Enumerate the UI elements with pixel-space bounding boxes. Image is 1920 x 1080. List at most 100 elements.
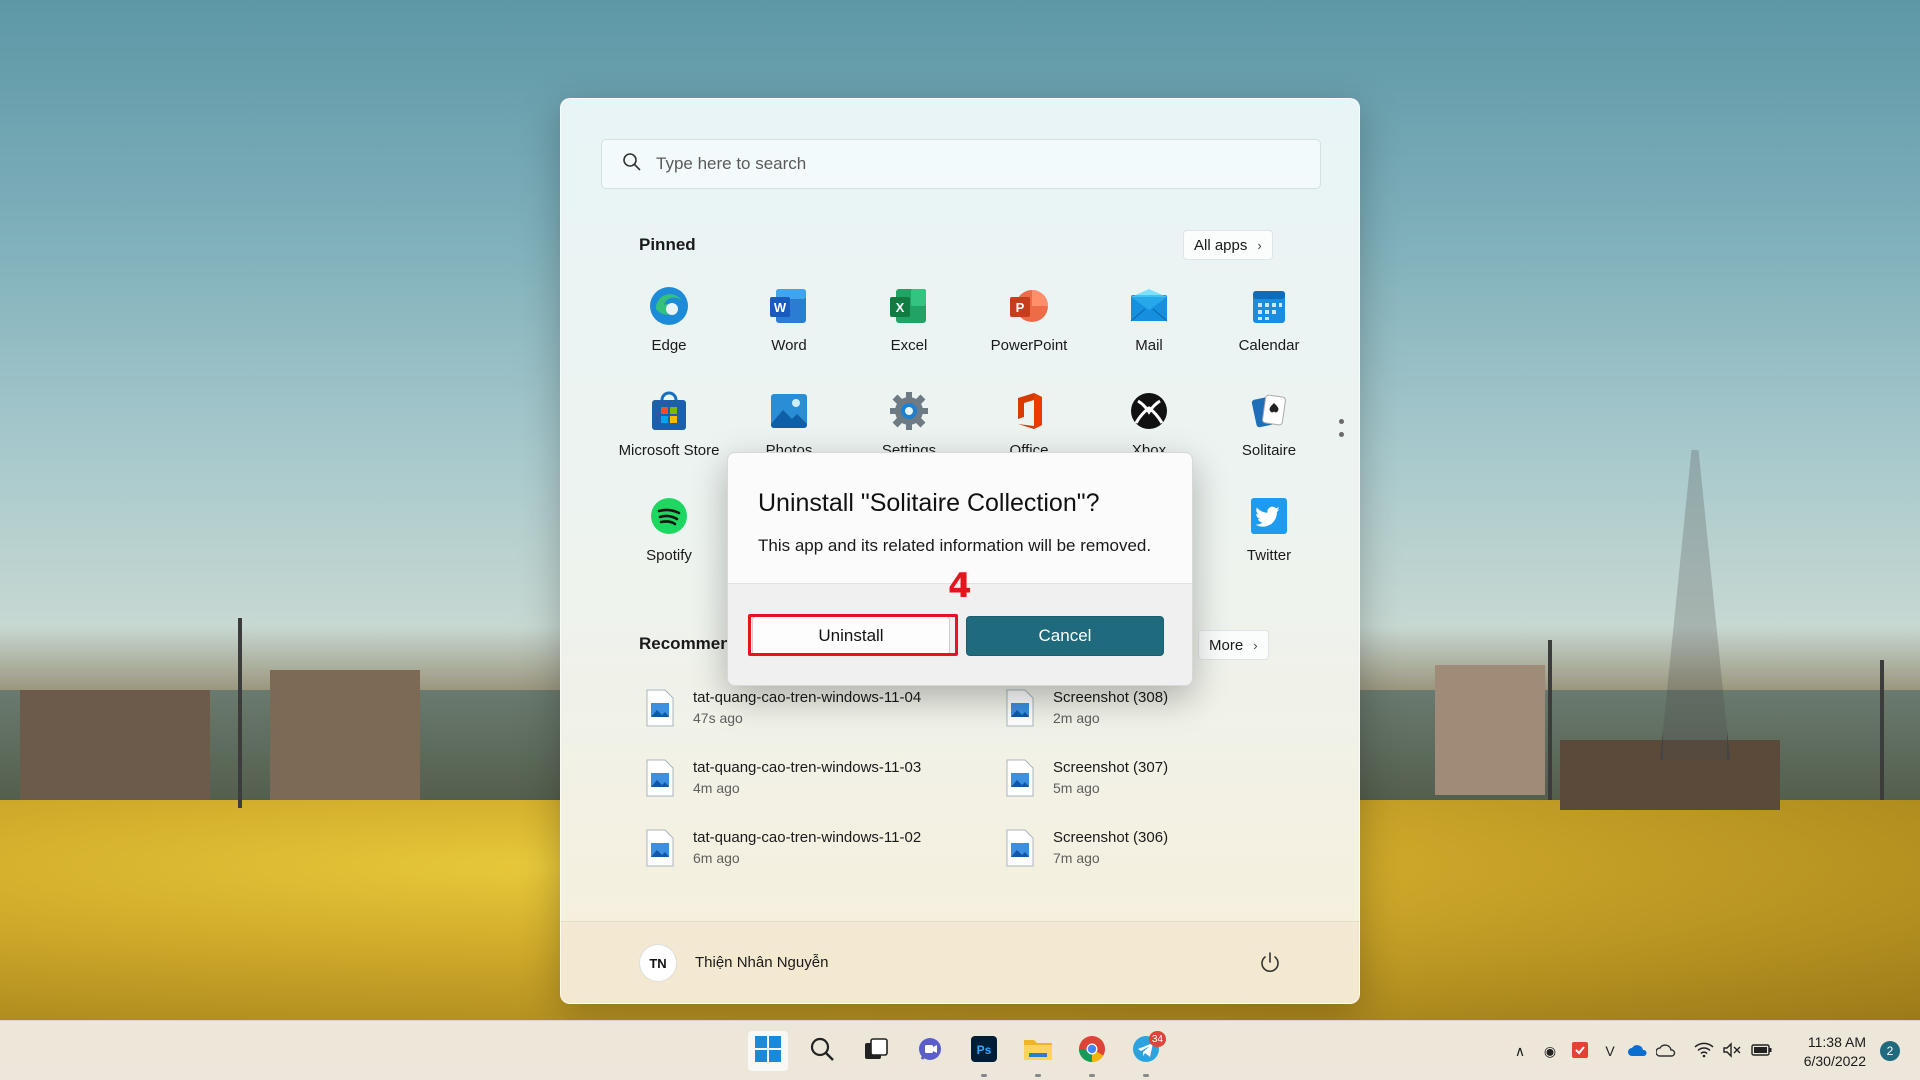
photoshop-icon: Ps bbox=[970, 1035, 998, 1068]
pinned-page-indicator[interactable] bbox=[1339, 419, 1345, 445]
search-input[interactable] bbox=[656, 154, 1256, 174]
photos-icon bbox=[767, 389, 811, 433]
folder-icon bbox=[1023, 1035, 1053, 1068]
wallpaper-pole bbox=[238, 618, 242, 808]
recommended-item[interactable]: tat-quang-cao-tren-windows-11-04 47s ago bbox=[645, 689, 921, 727]
recommended-item[interactable]: tat-quang-cao-tren-windows-11-03 4m ago bbox=[645, 759, 921, 797]
clock-date: 6/30/2022 bbox=[1803, 1053, 1866, 1069]
tray-app-icon[interactable]: ◉ bbox=[1540, 1041, 1560, 1061]
recommended-item-time: 6m ago bbox=[693, 850, 740, 866]
pinned-app-edge[interactable]: Edge bbox=[609, 284, 729, 374]
pinned-app-label: Calendar bbox=[1238, 337, 1300, 354]
avatar-initials: TN bbox=[649, 955, 667, 971]
wallpaper-house bbox=[270, 670, 420, 800]
pinned-app-label: Mail bbox=[1135, 337, 1163, 354]
pinned-app-solitaire[interactable]: Solitaire bbox=[1209, 389, 1329, 479]
telegram-unread-badge: 34 bbox=[1148, 1031, 1166, 1047]
pinned-app-calendar[interactable]: Calendar bbox=[1209, 284, 1329, 374]
tray-app-icon[interactable]: V bbox=[1600, 1041, 1620, 1061]
page-dot bbox=[1339, 419, 1344, 424]
image-file-icon bbox=[645, 689, 675, 727]
wallpaper-pole bbox=[1880, 660, 1884, 800]
recommended-item-time: 2m ago bbox=[1053, 710, 1100, 726]
xbox-icon bbox=[1127, 389, 1171, 433]
recommended-item[interactable]: Screenshot (307) 5m ago bbox=[1005, 759, 1168, 797]
step-number-annotation: 4 bbox=[948, 566, 972, 606]
teams-chat-button[interactable] bbox=[910, 1031, 950, 1071]
power-icon bbox=[1257, 952, 1283, 980]
pinned-app-microsoft-store[interactable]: Microsoft Store bbox=[609, 389, 729, 479]
taskbar-telegram[interactable]: 34 bbox=[1126, 1031, 1166, 1077]
image-file-icon bbox=[645, 829, 675, 867]
solitaire-icon bbox=[1247, 389, 1291, 433]
more-button[interactable]: More › bbox=[1198, 630, 1269, 660]
pinned-app-mail[interactable]: Mail bbox=[1089, 284, 1209, 374]
onedrive-personal-button[interactable] bbox=[1655, 1041, 1676, 1061]
word-icon: W bbox=[767, 284, 811, 328]
task-view-button[interactable] bbox=[856, 1031, 896, 1071]
pinned-app-label: Microsoft Store bbox=[618, 442, 720, 459]
volume-button[interactable] bbox=[1722, 1041, 1742, 1061]
all-apps-button[interactable]: All apps › bbox=[1183, 230, 1273, 260]
wifi-icon bbox=[1694, 1042, 1714, 1061]
pinned-app-excel[interactable]: X Excel bbox=[849, 284, 969, 374]
dialog-title: Uninstall "Solitaire Collection"? bbox=[758, 489, 1100, 517]
taskbar-search-button[interactable] bbox=[802, 1031, 842, 1071]
user-name[interactable]: Thiện Nhân Nguyễn bbox=[695, 954, 828, 971]
spotify-icon bbox=[647, 494, 691, 538]
recommended-item[interactable]: tat-quang-cao-tren-windows-11-02 6m ago bbox=[645, 829, 921, 867]
cloud-icon bbox=[1655, 1043, 1676, 1060]
twitter-icon bbox=[1247, 494, 1291, 538]
pinned-app-label: Excel bbox=[890, 337, 928, 354]
pinned-app-word[interactable]: W Word bbox=[729, 284, 849, 374]
clock-button[interactable]: 11:38 AM 6/30/2022 bbox=[1804, 1033, 1866, 1071]
power-button[interactable] bbox=[1257, 950, 1283, 976]
task-view-icon bbox=[862, 1035, 890, 1068]
search-box[interactable] bbox=[601, 139, 1321, 189]
running-indicator bbox=[1143, 1074, 1149, 1077]
store-icon bbox=[647, 389, 691, 433]
notification-badge[interactable]: 2 bbox=[1880, 1041, 1900, 1061]
dialog-message: This app and its related information wil… bbox=[758, 536, 1152, 555]
chevron-right-icon: › bbox=[1253, 637, 1258, 653]
network-button[interactable] bbox=[1694, 1041, 1714, 1061]
image-file-icon bbox=[1005, 759, 1035, 797]
wallpaper-building bbox=[1435, 665, 1545, 795]
user-avatar[interactable]: TN bbox=[639, 944, 677, 982]
settings-icon bbox=[887, 389, 931, 433]
search-icon bbox=[622, 152, 642, 177]
pinned-title: Pinned bbox=[639, 235, 696, 254]
pinned-app-powerpoint[interactable]: P PowerPoint bbox=[969, 284, 1089, 374]
calendar-icon bbox=[1247, 284, 1291, 328]
svg-text:X: X bbox=[896, 300, 905, 315]
windows-logo-icon bbox=[754, 1035, 782, 1068]
tray-app-icon[interactable] bbox=[1570, 1041, 1590, 1061]
svg-text:P: P bbox=[1016, 300, 1025, 315]
recommended-item-name: Screenshot (308) bbox=[1053, 689, 1169, 706]
more-label: More bbox=[1209, 636, 1244, 654]
taskbar-file-explorer[interactable] bbox=[1018, 1031, 1058, 1077]
notification-count: 2 bbox=[1886, 1044, 1894, 1058]
volume-muted-icon bbox=[1722, 1041, 1742, 1061]
screenshot-tool-icon bbox=[1571, 1041, 1589, 1062]
taskbar-chrome[interactable] bbox=[1072, 1031, 1112, 1077]
onedrive-button[interactable] bbox=[1628, 1041, 1648, 1061]
chrome-icon bbox=[1078, 1035, 1106, 1068]
pinned-app-label: Spotify bbox=[646, 547, 692, 564]
pinned-app-spotify[interactable]: Spotify bbox=[609, 494, 729, 584]
cancel-button[interactable]: Cancel bbox=[966, 616, 1164, 656]
recommended-item-name: Screenshot (306) bbox=[1053, 829, 1169, 846]
edge-icon bbox=[647, 284, 691, 328]
wallpaper-power-tower bbox=[1660, 450, 1730, 760]
recommended-item[interactable]: Screenshot (308) 2m ago bbox=[1005, 689, 1168, 727]
vietkey-icon: V bbox=[1605, 1043, 1615, 1059]
start-button[interactable] bbox=[748, 1031, 788, 1071]
recommended-item-time: 5m ago bbox=[1053, 780, 1100, 796]
office-icon bbox=[1007, 389, 1051, 433]
taskbar-photoshop[interactable]: Ps bbox=[964, 1031, 1004, 1077]
svg-text:W: W bbox=[774, 300, 787, 315]
pinned-app-twitter[interactable]: Twitter bbox=[1209, 494, 1329, 584]
show-hidden-icons-button[interactable]: ∧ bbox=[1510, 1041, 1530, 1061]
battery-button[interactable] bbox=[1751, 1041, 1772, 1061]
recommended-item[interactable]: Screenshot (306) 7m ago bbox=[1005, 829, 1168, 867]
